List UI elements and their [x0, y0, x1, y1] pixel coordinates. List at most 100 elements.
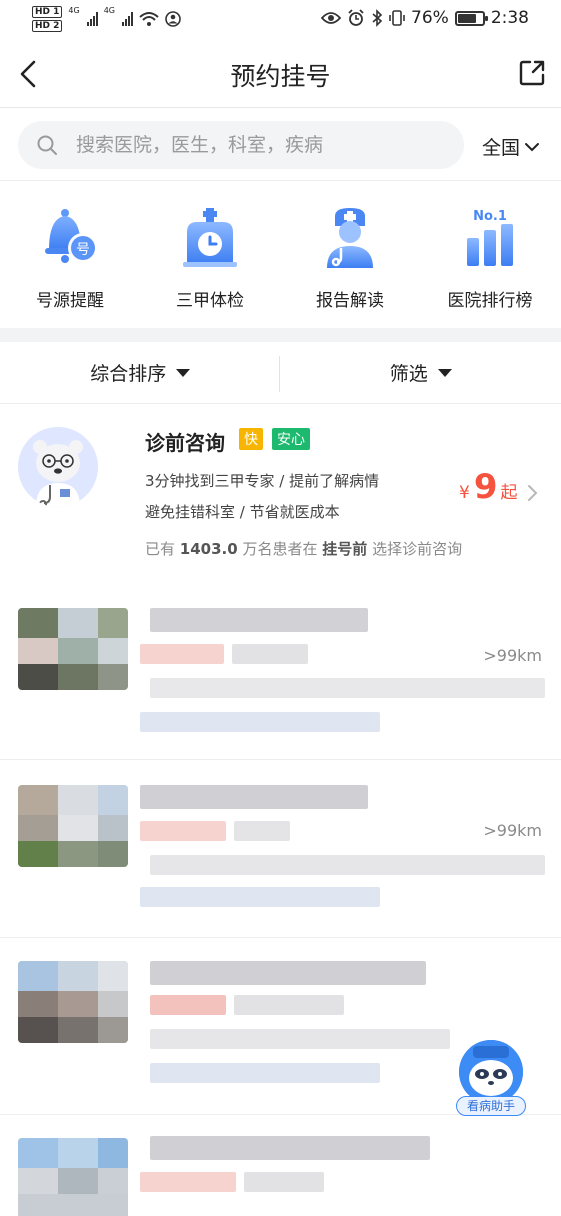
assistant-label: 看病助手: [456, 1096, 526, 1116]
blurred-address: [150, 678, 545, 698]
consult-statistic: 已有 1403.0 万名患者在 挂号前 选择诊前咨询: [145, 538, 462, 559]
blurred-address: [150, 855, 545, 875]
blurred-level-tag: [140, 1172, 236, 1192]
eye-icon: [321, 12, 342, 24]
status-bar: HD 1 HD 2 4G 4G 76% 2:38: [0, 0, 561, 40]
sort-divider: [279, 356, 280, 392]
distance-label: >99km: [483, 821, 542, 840]
stat-suffix: 选择诊前咨询: [372, 540, 463, 558]
clock: 2:38: [490, 8, 529, 28]
distance-label: >99km: [483, 646, 542, 665]
hospital-thumbnail: [18, 608, 128, 690]
blurred-hospital-name: [150, 961, 426, 985]
blurred-department: [150, 1063, 380, 1083]
hd-indicators: HD 1 HD 2: [32, 6, 63, 32]
alarm-icon: [348, 9, 364, 26]
sort-dropdown[interactable]: 综合排序: [0, 342, 281, 403]
assistant-avatar: [459, 1040, 523, 1104]
sort-filter-bar: 综合排序 筛选: [0, 342, 561, 404]
price-value: 9: [473, 467, 498, 507]
blurred-hospital-name: [140, 785, 368, 809]
blurred-address: [150, 1029, 450, 1049]
battery-icon: [454, 10, 488, 26]
bell-icon: 号: [45, 209, 98, 263]
svg-text:号: 号: [76, 242, 90, 258]
status-left: HD 1 HD 2 4G 4G: [32, 6, 181, 32]
search-input[interactable]: [76, 134, 436, 156]
network-type-1: 4G: [68, 6, 80, 15]
blurred-department: [140, 887, 380, 907]
page-title: 预约挂号: [230, 62, 331, 91]
clinic-clock-icon: [183, 208, 237, 267]
filter-label: 筛选: [389, 363, 428, 385]
bluetooth-icon: [372, 9, 383, 27]
blurred-department: [140, 712, 380, 732]
caret-down-icon: [437, 368, 452, 377]
status-right: 76% 2:38: [321, 8, 529, 28]
stat-mid: 万名患者在: [242, 540, 318, 558]
quick-entry-label: 三甲体检: [176, 291, 244, 311]
share-button[interactable]: [517, 58, 547, 88]
network-type-2: 4G: [103, 6, 115, 15]
reassure-tag: 安心: [272, 428, 310, 450]
doctor-icon: [327, 208, 373, 268]
stat-count: 1403.0: [179, 540, 238, 558]
stat-prefix: 已有: [145, 540, 176, 558]
quick-entry-report[interactable]: 报告解读: [280, 182, 420, 328]
hospital-list-item[interactable]: [0, 1116, 561, 1216]
consult-title: 诊前咨询: [145, 431, 225, 455]
region-label: 全国: [482, 137, 521, 159]
wifi-icon: [139, 12, 159, 26]
hospital-thumbnail: [18, 785, 128, 867]
quick-entry-label: 医院排行榜: [447, 291, 533, 311]
bear-doctor-icon: [18, 427, 98, 507]
blurred-tag: [234, 821, 290, 841]
blurred-hospital-name: [150, 1136, 430, 1160]
bear-doctor-avatar: [18, 427, 98, 507]
fast-tag: 快: [239, 428, 263, 450]
consult-description: 避免挂错科室 / 节省就医成本: [145, 503, 340, 521]
search-icon: [37, 135, 57, 155]
region-selector[interactable]: 全国: [482, 133, 540, 160]
vibrate-icon: [389, 10, 405, 26]
nav-bar: 预约挂号: [0, 40, 561, 108]
quick-entry-reminder[interactable]: 号 号源提醒: [0, 182, 140, 328]
svg-text:No.1: No.1: [473, 209, 507, 224]
hd1-badge: HD 1: [32, 6, 63, 18]
privacy-icon: [165, 11, 181, 27]
hospital-list-item[interactable]: >99km: [0, 761, 561, 938]
blurred-tag: [244, 1172, 324, 1192]
blurred-tag: [234, 995, 344, 1015]
hospital-thumbnail: [18, 1138, 128, 1216]
quick-entry-label: 报告解读: [316, 291, 384, 311]
hospital-thumbnail: [18, 961, 128, 1043]
signal-icon: [86, 12, 98, 26]
chevron-right-icon: [528, 485, 538, 501]
hospital-list-item[interactable]: >99km: [0, 580, 561, 760]
quick-entry-label: 号源提醒: [36, 291, 104, 311]
battery-percent: 76%: [411, 8, 449, 28]
battery-fill: [457, 13, 476, 23]
quick-entry-checkup[interactable]: 三甲体检: [140, 182, 280, 328]
ranking-icon: No.1: [467, 209, 513, 266]
quick-entry-row: 号 号源提醒 三甲体检 报告解读 No.1 医院排行榜: [0, 182, 561, 328]
blurred-level-tag: [140, 644, 224, 664]
consult-description: 3分钟找到三甲专家 / 提前了解病情: [145, 472, 380, 490]
signal-icon: [122, 12, 133, 26]
raccoon-icon: [459, 1040, 523, 1104]
search-row: 全国: [0, 109, 561, 181]
filter-dropdown[interactable]: 筛选: [281, 342, 561, 403]
search-box[interactable]: [18, 121, 464, 169]
price-currency: ¥: [459, 483, 470, 503]
caret-down-icon: [176, 368, 191, 377]
section-divider: [0, 328, 561, 342]
assistant-button[interactable]: 看病助手: [456, 1040, 526, 1118]
quick-entry-ranking[interactable]: No.1 医院排行榜: [420, 182, 560, 328]
price: ¥ 9 起: [459, 467, 518, 507]
blurred-level-tag: [140, 821, 226, 841]
blurred-hospital-name: [150, 608, 368, 632]
stat-bold: 挂号前: [322, 540, 368, 558]
pre-consult-card[interactable]: 诊前咨询 快 安心 3分钟找到三甲专家 / 提前了解病情 避免挂错科室 / 节省…: [0, 405, 561, 573]
hd2-badge: HD 2: [32, 20, 63, 32]
sort-label: 综合排序: [90, 363, 167, 385]
